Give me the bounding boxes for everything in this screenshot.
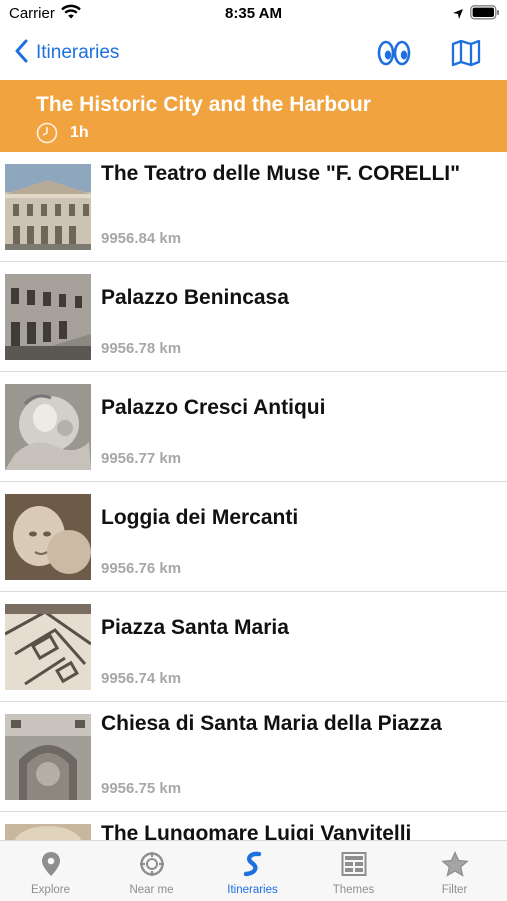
compass-icon [139,851,165,882]
themes-grid-icon [341,851,367,882]
lungomare-photo [5,824,91,840]
palazzo-photo [5,274,91,360]
list-item[interactable]: Loggia dei Mercanti 9956.76 km [0,482,507,592]
church-photo [5,714,91,800]
tab-label: Itineraries [227,884,278,896]
tab-label: Themes [332,884,375,896]
plan-map-photo [5,604,91,690]
poi-list: The Teatro delle Muse "F. CORELLI" 9956.… [0,152,507,840]
tab-bar: Explore Near me Itineraries Themes Filte… [0,840,507,901]
item-title: The Lungomare Luigi Vanvitelli [101,822,412,840]
item-distance: 9956.78 km [101,340,182,357]
item-title: Palazzo Benincasa [101,286,289,309]
tab-near-me[interactable]: Near me [101,841,202,901]
clock-icon [36,122,58,149]
item-title: Loggia dei Mercanti [101,506,299,529]
item-title: The Teatro delle Muse "F. CORELLI" [101,162,461,185]
list-item[interactable]: Piazza Santa Maria 9956.74 km [0,592,507,702]
relief-photo [5,384,91,470]
list-item[interactable]: The Lungomare Luigi Vanvitelli [0,812,507,840]
itinerary-header: The Historic City and the Harbour 1h [0,80,507,152]
tab-themes[interactable]: Themes [303,841,404,901]
tab-filter[interactable]: Filter [404,841,505,901]
status-bar: Carrier 8:35 AM [0,0,507,28]
item-title: Palazzo Cresci Antiqui [101,396,326,419]
tab-itineraries[interactable]: Itineraries [202,841,303,901]
back-label: Itineraries [36,42,120,63]
item-distance: 9956.77 km [101,450,182,467]
list-item[interactable]: The Teatro delle Muse "F. CORELLI" 9956.… [0,152,507,262]
chevron-left-icon [14,39,28,68]
item-title: Piazza Santa Maria [101,616,289,639]
sculpture-photo [5,494,91,580]
clock-time: 8:35 AM [225,5,282,22]
tab-label: Explore [31,884,70,896]
list-item[interactable]: Palazzo Benincasa 9956.78 km [0,262,507,372]
itinerary-duration: 1h [70,124,89,141]
battery-icon [470,5,500,25]
star-icon [440,851,469,882]
list-item[interactable]: Chiesa di Santa Maria della Piazza 9956.… [0,702,507,812]
map-icon[interactable] [451,39,481,72]
theatre-photo [5,164,91,250]
tab-label: Filter [441,884,468,896]
item-distance: 9956.74 km [101,670,182,687]
navigation-bar: Itineraries [0,28,507,80]
back-button[interactable]: Itineraries [14,39,119,67]
itinerary-title: The Historic City and the Harbour [36,93,371,116]
item-distance: 9956.76 km [101,560,182,577]
itinerary-path-icon [242,851,264,882]
location-arrow-icon [452,7,464,25]
item-distance: 9956.75 km [101,780,182,797]
list-item[interactable]: Palazzo Cresci Antiqui 9956.77 km [0,372,507,482]
tab-label: Near me [129,884,174,896]
tab-explore[interactable]: Explore [0,841,101,901]
item-distance: 9956.84 km [101,230,182,247]
eyes-icon[interactable] [376,39,412,72]
item-title: Chiesa di Santa Maria della Piazza [101,712,442,735]
location-pin-icon [40,851,62,882]
